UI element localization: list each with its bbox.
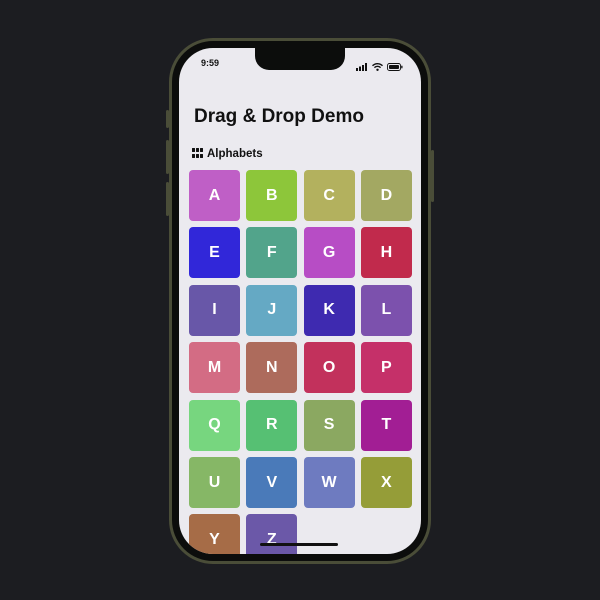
side-button-left-2 — [166, 140, 169, 174]
notch — [255, 48, 345, 70]
letter-tile-f[interactable]: F — [246, 227, 298, 279]
letter-tile-g[interactable]: G — [303, 227, 355, 279]
letter-tile-n[interactable]: N — [246, 342, 298, 394]
letter-tile-x[interactable]: X — [360, 457, 412, 508]
letter-tile-e[interactable]: E — [189, 227, 240, 279]
phone-screen: 9:59 Drag & Drop Demo Alphabets A B C D … — [179, 48, 421, 554]
letter-tile-v[interactable]: V — [246, 457, 298, 508]
side-button-left-3 — [166, 182, 169, 216]
letter-tile-h[interactable]: H — [360, 227, 412, 279]
letter-tile-t[interactable]: T — [360, 399, 412, 451]
letter-tile-u[interactable]: U — [189, 457, 240, 508]
letter-tile-o[interactable]: O — [303, 342, 355, 394]
letter-tile-p[interactable]: P — [360, 342, 412, 394]
home-indicator[interactable] — [260, 543, 338, 546]
letter-tile-q[interactable]: Q — [189, 399, 240, 451]
letter-tile-a[interactable]: A — [189, 170, 240, 221]
section-header: Alphabets — [192, 145, 263, 163]
letter-tile-w[interactable]: W — [303, 457, 355, 508]
letter-tile-d[interactable]: D — [360, 170, 412, 221]
letter-tile-r[interactable]: R — [246, 399, 298, 451]
side-button-left-1 — [166, 110, 169, 128]
letter-tile-c[interactable]: C — [303, 170, 355, 221]
page-title: Drag & Drop Demo — [194, 106, 364, 127]
signal-icon — [356, 58, 368, 76]
letter-tile-j[interactable]: J — [246, 284, 298, 336]
side-button-right — [431, 150, 434, 202]
status-icons — [356, 58, 403, 76]
status-time: 9:59 — [201, 58, 220, 68]
letter-tile-m[interactable]: M — [189, 342, 240, 394]
letter-tile-l[interactable]: L — [360, 284, 412, 336]
section-label: Alphabets — [207, 148, 263, 160]
letter-tile-k[interactable]: K — [303, 284, 355, 336]
letter-tile-s[interactable]: S — [303, 399, 355, 451]
letter-tile-y[interactable]: Y — [189, 514, 240, 554]
battery-icon — [387, 58, 403, 76]
letter-tile-i[interactable]: I — [189, 284, 240, 336]
wifi-icon — [372, 58, 383, 76]
letter-tile-z[interactable]: Z — [246, 514, 298, 554]
grid-icon — [192, 145, 203, 163]
letter-tile-b[interactable]: B — [246, 170, 298, 221]
